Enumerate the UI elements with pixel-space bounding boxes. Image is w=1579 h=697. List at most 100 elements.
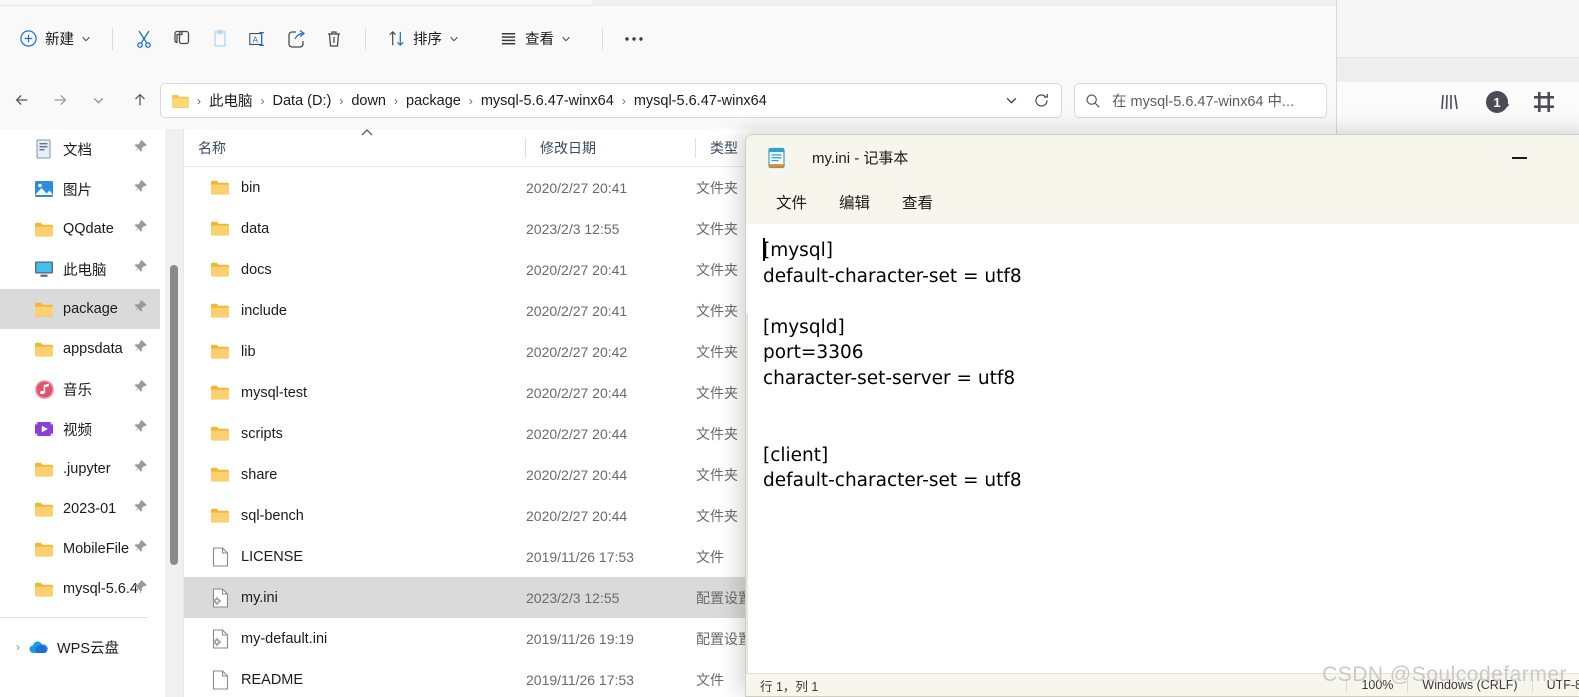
copy-button[interactable] (163, 22, 201, 56)
pin-icon[interactable] (133, 539, 148, 559)
sidebar-item-package[interactable]: package (0, 289, 160, 329)
sidebar-item-2023-01[interactable]: 2023-01 (0, 489, 160, 529)
file-name-cell: include (184, 301, 526, 321)
more-options-button[interactable] (615, 22, 653, 56)
more-icon (624, 35, 644, 43)
breadcrumb-item-1[interactable]: Data (D:) (268, 90, 337, 112)
view-button[interactable]: 查看 (490, 22, 580, 56)
pin-icon[interactable] (133, 499, 148, 519)
library-icon[interactable] (1440, 93, 1460, 111)
breadcrumb-item-0[interactable]: 此电脑 (204, 87, 258, 114)
sidebar-item-mobilefile[interactable]: MobileFile (0, 529, 160, 569)
pin-icon[interactable] (133, 379, 148, 399)
rename-button[interactable]: A (239, 22, 277, 56)
new-button-label: 新建 (45, 32, 74, 48)
file-name: README (241, 671, 304, 688)
menu-item-file[interactable]: 文件 (764, 186, 819, 218)
file-date: 2020/2/27 20:41 (526, 261, 628, 278)
crop-icon[interactable] (1534, 92, 1554, 112)
sidebar-item-[interactable]: 视频 (0, 409, 160, 449)
breadcrumb-item-3[interactable]: package (401, 90, 466, 112)
folder-icon (34, 459, 54, 479)
sidebar-scrollbar[interactable] (165, 129, 183, 697)
breadcrumb-separator: › (621, 93, 626, 108)
sidebar-item-mysql-5-6-47[interactable]: mysql-5.6.47 (0, 569, 160, 609)
delete-icon (324, 29, 344, 49)
pin-icon[interactable] (133, 459, 148, 479)
folder-icon (210, 260, 230, 280)
paste-button[interactable] (201, 22, 239, 56)
sidebar-item-[interactable]: 此电脑 (0, 249, 160, 289)
chevron-down-icon (562, 36, 570, 41)
breadcrumb-separator: › (339, 93, 344, 108)
refresh-icon[interactable] (1027, 87, 1055, 115)
folder-icon (210, 342, 230, 362)
search-input[interactable]: 在 mysql-5.6.47-winx64 中... (1074, 83, 1327, 118)
background-top-strip (1337, 0, 1579, 58)
new-button[interactable]: 新建 (10, 22, 100, 56)
sort-icon (387, 29, 406, 48)
sort-button[interactable]: 排序 (378, 22, 468, 56)
column-header-name[interactable]: 名称 (184, 129, 526, 167)
menu-item-view[interactable]: 查看 (890, 186, 945, 218)
sidebar-item-[interactable]: 音乐 (0, 369, 160, 409)
address-bar[interactable]: › 此电脑 › Data (D:) › down › package › mys… (160, 83, 1062, 118)
pin-icon[interactable] (133, 299, 148, 319)
encoding[interactable]: UTF-8 (1531, 678, 1579, 692)
file-name: share (241, 466, 278, 483)
pin-icon[interactable] (133, 339, 148, 359)
minimize-button[interactable] (1496, 135, 1542, 180)
forward-button[interactable] (44, 84, 76, 116)
sidebar-item-wps-cloud[interactable]: › WPS云盘 (0, 626, 160, 668)
background-chevron-row[interactable] (1337, 58, 1579, 112)
notepad-content: [mysql] default-character-set = utf8 [my… (763, 240, 1022, 492)
file-date: 2020/2/27 20:44 (526, 384, 628, 401)
breadcrumb-item-2[interactable]: down (346, 90, 391, 112)
back-button[interactable] (6, 84, 38, 116)
file-name-cell: my-default.ini (184, 628, 526, 649)
pin-icon[interactable] (133, 419, 148, 439)
sidebar-item-jupyter[interactable]: .jupyter (0, 449, 160, 489)
folder-icon (210, 383, 230, 403)
notification-badge[interactable]: 1 (1486, 91, 1508, 113)
sidebar-item-qqdate[interactable]: QQdate (0, 209, 160, 249)
breadcrumb-item-4[interactable]: mysql-5.6.47-winx64 (476, 90, 619, 112)
folder-icon (34, 579, 54, 599)
wps-cloud-icon (28, 637, 48, 657)
breadcrumb-separator: › (197, 93, 201, 108)
breadcrumb-item-5[interactable]: mysql-5.6.47-winx64 (629, 90, 772, 112)
up-button[interactable] (124, 84, 156, 116)
pin-icon[interactable] (133, 139, 148, 159)
pin-icon[interactable] (133, 179, 148, 199)
caret-position: 行 1，列 1 (760, 679, 819, 694)
delete-button[interactable] (315, 22, 353, 56)
column-header-date-modified[interactable]: 修改日期 (526, 129, 696, 167)
line-ending[interactable]: Windows (CRLF) (1407, 678, 1531, 692)
pin-icon[interactable] (133, 259, 148, 279)
share-button[interactable] (277, 22, 315, 56)
notepad-titlebar[interactable]: my.ini - 记事本 (746, 135, 1579, 180)
notepad-text-area[interactable]: [mysql] default-character-set = utf8 [my… (746, 224, 1579, 696)
address-dropdown-button[interactable] (997, 87, 1025, 115)
folder-icon (210, 178, 230, 198)
recent-locations-button[interactable] (82, 84, 114, 116)
expand-caret-icon[interactable]: › (8, 640, 28, 654)
file-name-cell: lib (184, 342, 526, 362)
file-name: bin (241, 179, 261, 196)
copy-icon (172, 29, 192, 49)
menu-item-edit[interactable]: 编辑 (827, 186, 882, 218)
search-icon (1085, 93, 1101, 109)
sidebar-scrollbar-thumb[interactable] (170, 265, 178, 565)
sidebar-item-appsdata[interactable]: appsdata (0, 329, 160, 369)
folder-icon (34, 499, 54, 519)
sidebar-item-[interactable]: 文档 (0, 129, 160, 169)
file-name-cell: bin (184, 178, 526, 198)
zoom-level[interactable]: 100% (1346, 678, 1407, 692)
pin-icon[interactable] (133, 579, 148, 599)
pin-icon[interactable] (133, 219, 148, 239)
sidebar-item-[interactable]: 图片 (0, 169, 160, 209)
folder-icon (210, 424, 230, 444)
sidebar-items: 文档 图片 QQdate 此电脑 package appsdata 音乐 视频 .jupyter… (0, 129, 160, 609)
file-name-cell: data (184, 219, 526, 239)
cut-button[interactable] (125, 22, 163, 56)
